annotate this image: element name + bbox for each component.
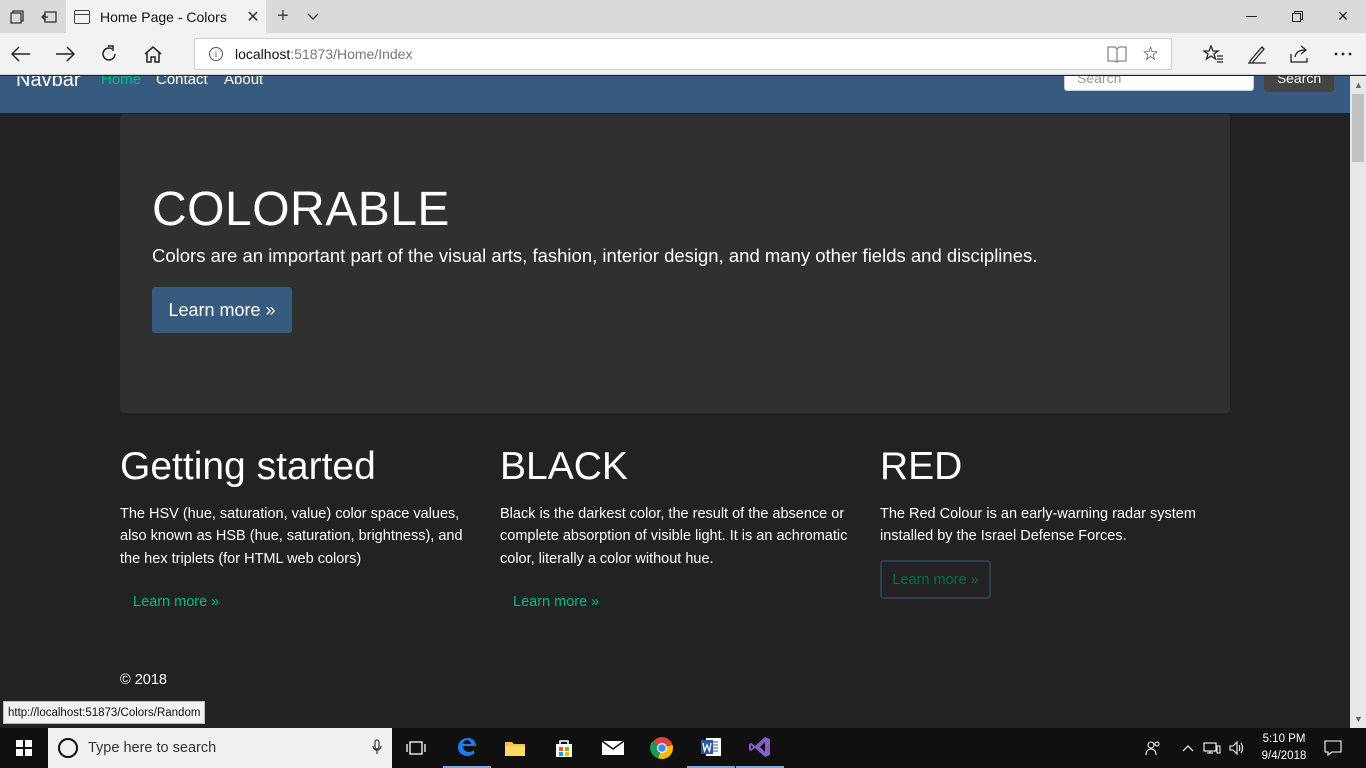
share-icon[interactable]	[1278, 33, 1320, 75]
set-tabs-aside-icon[interactable]	[32, 0, 66, 33]
clock-date: 9/4/2018	[1261, 750, 1307, 762]
forward-icon[interactable]	[44, 33, 86, 75]
column-text: Black is the darkest color, the result o…	[500, 505, 848, 567]
chevron-down-icon[interactable]	[300, 0, 326, 33]
browser-address-row: i localhost:51873/Home/Index ☆	[0, 33, 1366, 75]
navbar-search-input[interactable]: Search	[1064, 76, 1254, 91]
url-path: :51873/Home/Index	[290, 46, 413, 62]
minimize-icon[interactable]	[1228, 0, 1274, 33]
scroll-up-icon[interactable]: ▲	[1354, 80, 1363, 90]
column-title: Getting started	[120, 445, 376, 488]
browser-tab[interactable]: Home Page - Colors ✕	[66, 0, 266, 33]
store-icon[interactable]	[540, 728, 588, 768]
tab-title: Home Page - Colors	[100, 8, 227, 25]
address-bar[interactable]: i localhost:51873/Home/Index ☆	[194, 38, 1172, 70]
column-getting-started: Getting started The HSV (hue, saturation…	[120, 445, 470, 610]
column-black: BLACK Black is the darkest color, the re…	[500, 445, 850, 610]
edge-icon[interactable]	[443, 728, 491, 768]
favorites-icon[interactable]	[1192, 33, 1234, 75]
file-explorer-icon[interactable]	[491, 728, 539, 768]
chrome-icon[interactable]	[638, 728, 686, 768]
url-host: localhost	[235, 46, 291, 62]
system-clock[interactable]: 5:10 PM 9/4/2018	[1252, 731, 1316, 765]
network-icon[interactable]	[1200, 728, 1224, 768]
jumbotron-title: COLORABLE	[152, 183, 450, 236]
page-scrollbar[interactable]: ▲ ▼	[1350, 76, 1366, 728]
footer-copyright: © 2018	[120, 672, 167, 688]
windows-start-icon[interactable]	[0, 728, 48, 768]
back-icon[interactable]	[0, 33, 42, 75]
word-icon[interactable]	[687, 728, 735, 768]
jumbotron: COLORABLE Colors are an important part o…	[120, 114, 1230, 413]
home-icon[interactable]	[132, 33, 174, 75]
show-hidden-icons-icon[interactable]	[1178, 728, 1198, 768]
volume-icon[interactable]	[1226, 728, 1248, 768]
action-center-icon[interactable]	[1318, 728, 1348, 768]
taskbar-search-placeholder: Type here to search	[88, 740, 217, 756]
microphone-icon[interactable]	[362, 738, 392, 758]
reading-view-icon[interactable]	[1107, 45, 1127, 63]
column-title: RED	[880, 445, 963, 488]
browser-tab-bar: Home Page - Colors ✕ + ✕	[0, 0, 1366, 33]
learn-more-button[interactable]: Learn more »	[152, 287, 292, 333]
tab-overview-icon[interactable]	[0, 0, 34, 33]
refresh-icon[interactable]	[88, 33, 130, 75]
people-icon[interactable]	[1140, 728, 1166, 768]
visual-studio-icon[interactable]	[736, 728, 784, 768]
mail-icon[interactable]	[589, 728, 637, 768]
close-tab-icon[interactable]: ✕	[240, 7, 266, 27]
navbar-search-button[interactable]: Search	[1264, 76, 1334, 92]
cortana-icon	[58, 738, 78, 758]
column-red: RED The Red Colour is an early-warning r…	[880, 445, 1230, 599]
nav-link-contact[interactable]: Contact	[156, 76, 208, 88]
nav-link-home[interactable]: Home	[101, 76, 141, 88]
column-text: The HSV (hue, saturation, value) color s…	[120, 505, 463, 567]
favorite-star-icon[interactable]: ☆	[1142, 43, 1159, 66]
site-info-icon[interactable]: i	[209, 47, 223, 61]
task-view-icon[interactable]	[392, 728, 440, 768]
taskbar-search-box[interactable]: Type here to search	[48, 728, 392, 768]
nav-link-about[interactable]: About	[224, 76, 263, 88]
page-icon	[74, 9, 90, 24]
status-url-tooltip: http://localhost:51873/Colors/Random	[3, 701, 206, 724]
scroll-thumb[interactable]	[1352, 94, 1364, 162]
navbar-brand[interactable]: Navbar	[16, 76, 80, 92]
more-icon[interactable]	[1322, 33, 1364, 75]
site-navbar: Navbar Home Contact About Search Search	[0, 76, 1350, 113]
clock-time: 5:10 PM	[1262, 733, 1306, 745]
close-window-icon[interactable]: ✕	[1320, 0, 1366, 33]
learn-more-link[interactable]: Learn more »	[513, 594, 599, 610]
learn-more-link-focused[interactable]: Learn more »	[880, 560, 991, 599]
learn-more-link[interactable]: Learn more »	[133, 594, 219, 610]
windows-taskbar: Type here to search 5:10 PM 9/4/2018	[0, 728, 1366, 768]
page-viewport: Navbar Home Contact About Search Search …	[0, 76, 1350, 728]
notes-icon[interactable]	[1236, 33, 1278, 75]
scroll-down-icon[interactable]: ▼	[1354, 714, 1363, 724]
restore-icon[interactable]	[1274, 0, 1320, 33]
column-title: BLACK	[500, 445, 628, 488]
column-text: The Red Colour is an early-warning radar…	[880, 505, 1196, 545]
new-tab-icon[interactable]: +	[270, 0, 296, 33]
jumbotron-text: Colors are an important part of the visu…	[152, 245, 1038, 266]
